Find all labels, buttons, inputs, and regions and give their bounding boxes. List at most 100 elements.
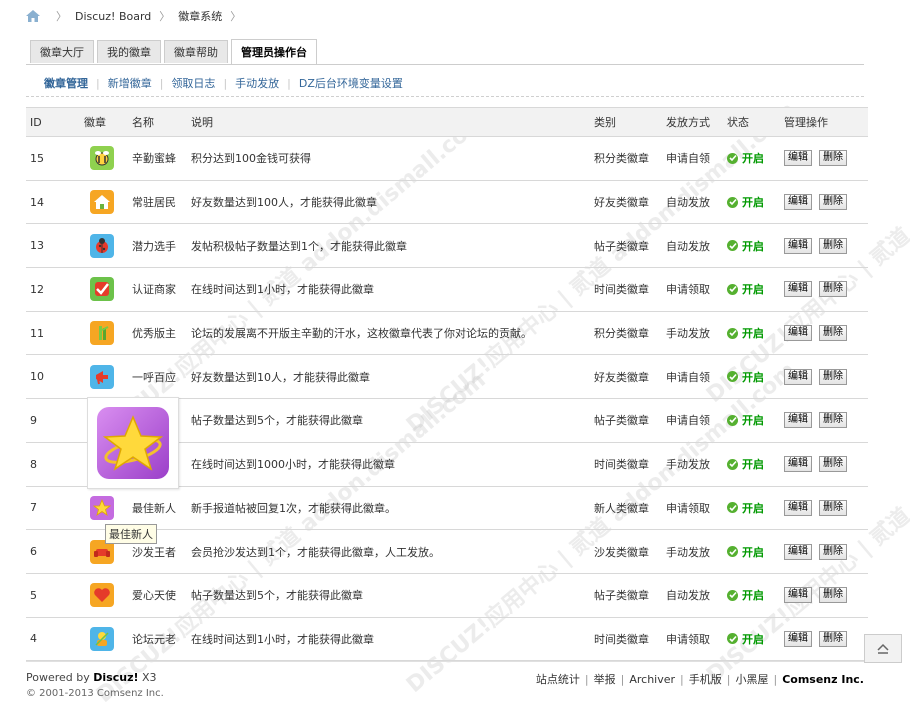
cell-issue-mode: 自动发放	[666, 573, 727, 618]
status-badge[interactable]: 开启	[727, 369, 764, 385]
header-issue-mode: 发放方式	[666, 107, 727, 137]
check-circle-icon	[727, 502, 738, 514]
back-to-top-button[interactable]	[864, 634, 902, 663]
subnav-env-settings[interactable]: DZ后台环境变量设置	[299, 75, 403, 91]
cell-category: 积分类徽章	[594, 136, 666, 181]
edit-button[interactable]: 编辑	[784, 630, 812, 647]
status-label: 开启	[742, 283, 764, 297]
cell-badge	[84, 136, 132, 181]
delete-button[interactable]: 删除	[819, 456, 847, 473]
subnav-claim-log[interactable]: 领取日志	[171, 75, 215, 91]
tab-my-badges[interactable]: 我的徽章	[97, 40, 161, 63]
delete-button[interactable]: 删除	[819, 499, 847, 516]
tab-badge-hall[interactable]: 徽章大厅	[30, 40, 94, 63]
edit-button[interactable]: 编辑	[784, 499, 812, 516]
status-badge[interactable]: 开启	[727, 238, 764, 254]
footer-link-archiver[interactable]: Archiver	[629, 673, 675, 686]
cell-issue-mode: 手动发放	[666, 442, 727, 487]
status-badge[interactable]: 开启	[727, 412, 764, 428]
cell-status: 开启	[727, 180, 784, 225]
delete-button[interactable]: 删除	[819, 325, 847, 342]
cell-badge	[84, 223, 132, 269]
breadcrumb-link-board[interactable]: Discuz! Board	[75, 10, 151, 23]
status-label: 开启	[742, 632, 764, 646]
cell-actions: 编辑 删除	[784, 136, 868, 181]
cell-status: 开启	[727, 486, 784, 531]
bee-badge-icon	[90, 146, 114, 171]
check-circle-icon	[727, 371, 738, 383]
table-row: 5 爱心天使 帖子数量达到5个，才能获得此徽章 帖子类徽章 自动发放 开启 编辑 删除	[26, 573, 868, 618]
status-label: 开启	[742, 239, 764, 253]
check-circle-icon	[727, 589, 738, 601]
cell-id: 9	[26, 398, 84, 443]
badge-table: ID 徽章 名称 说明 类别 发放方式 状态 管理操作 15 辛勤蜜蜂 积分达到10…	[26, 107, 868, 662]
cell-actions: 编辑 删除	[784, 486, 868, 531]
footer-link-blacklist[interactable]: 小黑屋	[735, 671, 768, 687]
edit-button[interactable]: 编辑	[784, 237, 812, 254]
delete-button[interactable]: 删除	[819, 543, 847, 560]
footer-link-report[interactable]: 举报	[594, 671, 616, 687]
tab-admin-console[interactable]: 管理员操作台	[231, 39, 317, 64]
edit-button[interactable]: 编辑	[784, 281, 812, 298]
check-circle-icon	[727, 633, 738, 645]
delete-button[interactable]: 删除	[819, 194, 847, 211]
powered-prefix: Powered by	[26, 671, 94, 684]
cell-id: 14	[26, 180, 84, 225]
breadcrumb-link-badge-system[interactable]: 徽章系统	[178, 8, 222, 24]
delete-button[interactable]: 删除	[819, 281, 847, 298]
cell-description: 在线时间达到1000小时，才能获得此徽章	[191, 442, 594, 487]
delete-button[interactable]: 删除	[819, 150, 847, 167]
cell-actions: 编辑 删除	[784, 180, 868, 225]
cell-name: 论坛元老	[132, 617, 191, 662]
cell-status: 开启	[727, 136, 784, 181]
home-icon[interactable]	[26, 10, 40, 22]
cell-category: 好友类徽章	[594, 180, 666, 225]
subnav-manual-issue[interactable]: 手动发放	[235, 75, 279, 91]
table-row: 15 辛勤蜜蜂 积分达到100金钱可获得 积分类徽章 申请自领 开启 编辑 删除	[26, 136, 868, 181]
delete-button[interactable]: 删除	[819, 630, 847, 647]
powered-version: X3	[138, 671, 157, 684]
status-badge[interactable]: 开启	[727, 631, 764, 647]
edit-button[interactable]: 编辑	[784, 543, 812, 560]
check-circle-icon	[727, 283, 738, 295]
edit-button[interactable]: 编辑	[784, 456, 812, 473]
edit-button[interactable]: 编辑	[784, 368, 812, 385]
delete-button[interactable]: 删除	[819, 368, 847, 385]
status-badge[interactable]: 开启	[727, 150, 764, 166]
status-label: 开启	[742, 152, 764, 166]
subnav-badge-management[interactable]: 徽章管理	[44, 75, 88, 91]
table-row: 13 潜力选手 发帖积极帖子数量达到1个，才能获得此徽章 帖子类徽章 自动发放 开启 编辑删…	[26, 223, 868, 269]
footer-company-link[interactable]: Comsenz Inc.	[782, 673, 864, 686]
status-badge[interactable]: 开启	[727, 587, 764, 603]
status-label: 开启	[742, 327, 764, 341]
status-badge[interactable]: 开启	[727, 194, 764, 210]
subnav-add-badge[interactable]: 新增徽章	[108, 75, 152, 91]
footer-link-mobile[interactable]: 手机版	[689, 671, 722, 687]
cell-id: 7	[26, 486, 84, 531]
cell-badge	[84, 180, 132, 225]
status-badge[interactable]: 开启	[727, 281, 764, 297]
footer-link-stats[interactable]: 站点统计	[536, 671, 580, 687]
cell-id: 4	[26, 617, 84, 662]
edit-button[interactable]: 编辑	[784, 194, 812, 211]
cell-issue-mode: 申请自领	[666, 354, 727, 400]
status-badge[interactable]: 开启	[727, 325, 764, 341]
edit-button[interactable]: 编辑	[784, 325, 812, 342]
powered-brand-link[interactable]: Discuz!	[93, 671, 138, 684]
cell-issue-mode: 自动发放	[666, 180, 727, 225]
edit-button[interactable]: 编辑	[784, 587, 812, 604]
delete-button[interactable]: 删除	[819, 412, 847, 429]
edit-button[interactable]: 编辑	[784, 150, 812, 167]
edit-button[interactable]: 编辑	[784, 412, 812, 429]
status-badge[interactable]: 开启	[727, 456, 764, 472]
cell-id: 10	[26, 354, 84, 400]
tab-badge-help[interactable]: 徽章帮助	[164, 40, 228, 63]
status-badge[interactable]: 开启	[727, 544, 764, 560]
cell-status: 开启	[727, 442, 784, 487]
cell-issue-mode: 申请领取	[666, 617, 727, 662]
delete-button[interactable]: 删除	[819, 237, 847, 254]
delete-button[interactable]: 删除	[819, 587, 847, 604]
subnav-separator: |	[223, 76, 228, 90]
cell-description: 论坛的发展离不开版主辛勤的汗水，这枚徽章代表了你对论坛的贡献。	[191, 311, 594, 356]
status-badge[interactable]: 开启	[727, 500, 764, 516]
